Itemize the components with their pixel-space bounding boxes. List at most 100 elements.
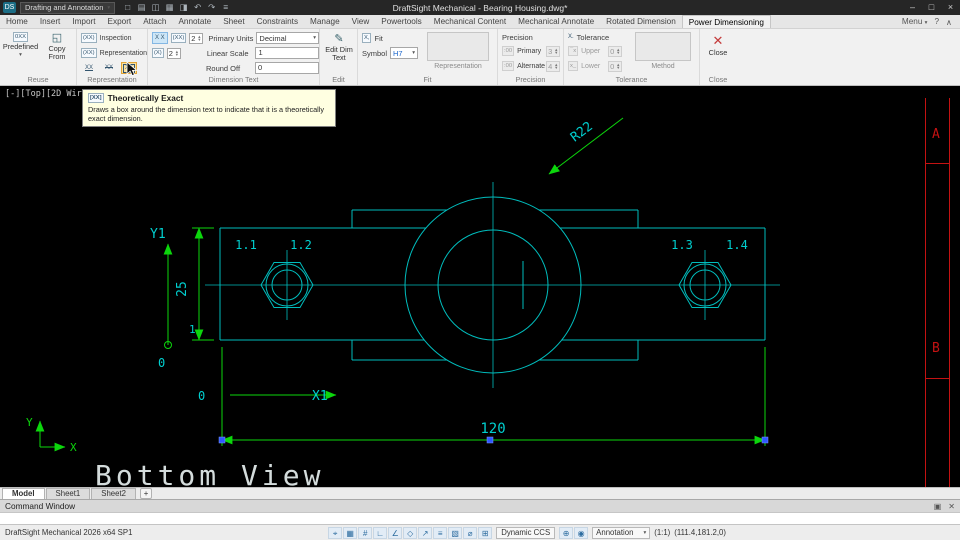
drawing-area[interactable]: [-][Top][2D Wireframe] A B Y1 0 25 1 0 X… <box>0 86 960 487</box>
esnap-icon[interactable]: ◇ <box>403 526 418 539</box>
command-input[interactable] <box>0 512 960 524</box>
ortho-icon[interactable]: ∟ <box>373 526 388 539</box>
group-label-fit: Fit <box>423 75 432 84</box>
tab-import[interactable]: Import <box>66 15 101 28</box>
alternate-precision-icon: :00 <box>502 61 515 71</box>
tab-insert[interactable]: Insert <box>34 15 66 28</box>
dim-1-text: 1 <box>189 323 196 336</box>
strike-dimension-button[interactable]: XX <box>101 62 117 74</box>
annotation-dropdown[interactable]: Annotation ▾ <box>592 526 651 539</box>
places-top-spinner[interactable]: 2 ▲ ▼ <box>189 32 204 44</box>
ucs-y-label: Y <box>26 416 33 429</box>
tab-manage[interactable]: Manage <box>304 15 346 28</box>
maximize-button[interactable]: □ <box>922 0 941 15</box>
ribbon-group-tolerance: X. Tolerance ¯x Upper 0 ▲ ▼ x_ Lower 0 ▲ ▼ M… <box>564 29 700 85</box>
tab-constraints[interactable]: Constraints <box>251 15 304 28</box>
predefined-label: Predefined <box>2 42 39 51</box>
tab-sheet2[interactable]: Sheet2 <box>91 488 136 499</box>
dynamic-input-icon[interactable]: ⊞ <box>478 526 493 539</box>
bearing-housing-geometry[interactable] <box>205 182 780 388</box>
preview-icon[interactable]: ◨ <box>177 2 190 13</box>
tab-home[interactable]: Home <box>0 15 34 28</box>
edit-dim-text-button[interactable]: ✎ Edit Dim Text <box>322 33 356 62</box>
alternate-precision-spinner[interactable]: 4 ▲ ▼ <box>546 60 561 72</box>
representation-icon: (XX) <box>81 48 97 58</box>
copy-from-icon: ◱ <box>51 32 63 44</box>
polar-icon[interactable]: ∠ <box>388 526 403 539</box>
underline-dimension-button[interactable]: XX <box>81 62 97 74</box>
tab-power-dimensioning[interactable]: Power Dimensioning <box>681 15 771 28</box>
tolerance-icon: X. <box>568 34 574 40</box>
tab-powertools[interactable]: Powertools <box>375 15 428 28</box>
etrack-icon[interactable]: ↗ <box>418 526 433 539</box>
tab-export[interactable]: Export <box>102 15 138 28</box>
annotation-scale-icon[interactable]: ◉ <box>574 526 589 539</box>
tab-attach[interactable]: Attach <box>137 15 172 28</box>
close-button-label: Close <box>708 48 728 58</box>
minimize-button[interactable]: – <box>903 0 922 15</box>
dimension-style-icon: (XX) <box>170 33 187 43</box>
command-window-header[interactable]: Command Window ▣ ✕ <box>0 499 960 512</box>
tab-mechanical-annotate[interactable]: Mechanical Annotate <box>512 15 600 28</box>
units-icon[interactable]: ⌀ <box>463 526 478 539</box>
tab-rotated-dimension[interactable]: Rotated Dimension <box>600 15 682 28</box>
edit-dim-text-icon: ✎ <box>334 33 344 45</box>
ribbon: 0XX Predefined ▾ ◱ Copy From Reuse (XX) … <box>0 29 960 86</box>
ccs-icon[interactable]: ⊕ <box>559 526 574 539</box>
ribbon-group-fit: X, Fit Symbol H7 ▾ Representation Fit <box>358 29 498 85</box>
add-sheet-button[interactable]: + <box>139 488 152 499</box>
close-power-dimensioning-button[interactable]: ✕ Close <box>702 33 734 58</box>
drawing-svg[interactable]: A B Y1 0 25 1 0 X1 120 R22 1.1 1.2 1.3 1… <box>0 86 960 487</box>
tab-mechanical-content[interactable]: Mechanical Content <box>428 15 512 28</box>
transparency-icon[interactable]: ▧ <box>448 526 463 539</box>
fit-checkbox[interactable]: Fit <box>374 34 382 43</box>
float-panel-icon[interactable]: ▣ <box>934 502 942 511</box>
dynamic-ccs-button[interactable]: Dynamic CCS <box>496 526 556 539</box>
menu-button[interactable]: Menu ▾ <box>902 17 928 26</box>
grid-icon[interactable]: ▦ <box>343 526 358 539</box>
group-label-edit: Edit <box>332 75 345 84</box>
coordinates-readout: (111.4,181.2,0) <box>674 528 726 537</box>
sheet-tab-bar: Model Sheet1 Sheet2 + <box>0 487 960 499</box>
dimensions[interactable] <box>163 117 766 446</box>
primary-units-select[interactable]: Decimal ▾ <box>256 32 319 44</box>
tab-sheet[interactable]: Sheet <box>217 15 250 28</box>
upper-tolerance-spinner[interactable]: 0 ▲ ▼ <box>608 45 623 57</box>
tab-view[interactable]: View <box>346 15 376 28</box>
primary-precision-icon: :00 <box>502 46 515 56</box>
round-off-input[interactable]: 0 <box>255 62 319 74</box>
dimension-text-toggle-button[interactable]: X X <box>152 32 168 44</box>
primary-precision-spinner[interactable]: 3 ▲ ▼ <box>546 45 561 57</box>
x1-label: X1 <box>312 389 328 404</box>
collapse-ribbon-button[interactable]: ∧ <box>946 17 952 27</box>
tab-model[interactable]: Model <box>2 488 45 499</box>
open-file-icon[interactable]: ▤ <box>135 2 148 13</box>
save-icon[interactable]: ◫ <box>149 2 162 13</box>
tab-annotate[interactable]: Annotate <box>172 15 217 28</box>
close-panel-icon[interactable]: ✕ <box>948 502 955 511</box>
primary-units-label: Primary Units <box>208 33 254 43</box>
pointer-icon[interactable]: ⌖ <box>328 526 343 539</box>
workspace-dropdown[interactable]: Drafting and Annotation ▾ <box>20 1 116 14</box>
symbol-label: Symbol <box>362 48 388 58</box>
new-file-icon[interactable]: □ <box>121 2 134 13</box>
fit-icon: X, <box>362 33 372 43</box>
lineweight-icon[interactable]: ≡ <box>433 526 448 539</box>
places-bottom-spinner[interactable]: 2 ▲ ▼ <box>166 47 181 59</box>
predefined-button[interactable]: 0XX Predefined ▾ <box>3 32 38 58</box>
print-icon[interactable]: ▦ <box>163 2 176 13</box>
inspection-checkbox[interactable]: Inspection <box>100 35 132 42</box>
linear-scale-input[interactable]: 1 <box>255 47 319 59</box>
tab-sheet1[interactable]: Sheet1 <box>45 488 91 499</box>
copy-from-button[interactable]: ◱ Copy From <box>40 32 74 61</box>
primary-precision-label: Primary <box>517 47 542 55</box>
fit-representation-preview <box>427 32 489 61</box>
representation-checkbox[interactable]: Representation <box>100 50 147 57</box>
draftsight-window: DS Drafting and Annotation ▾ □ ▤ ◫ ▦ ◨ ↶… <box>0 0 960 540</box>
lower-tolerance-icon: x_ <box>568 61 579 71</box>
snap-icon[interactable]: # <box>358 526 373 539</box>
help-button[interactable]: ? <box>934 17 939 26</box>
symbol-select[interactable]: H7 ▾ <box>390 47 419 59</box>
close-window-button[interactable]: × <box>941 0 960 15</box>
lower-tolerance-spinner[interactable]: 0 ▲ ▼ <box>608 60 623 72</box>
